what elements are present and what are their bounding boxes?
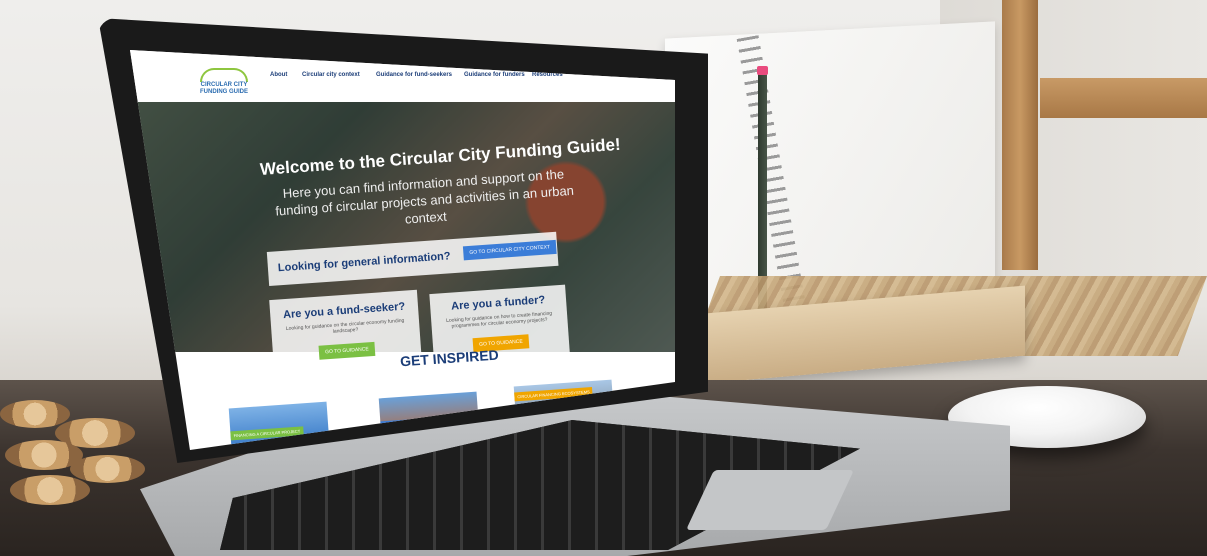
wood-slice [10,475,90,505]
funder-text: Looking for guidance on how to create fi… [445,310,553,330]
nav-funders[interactable]: Guidance for funders [464,72,525,78]
logo-text: CIRCULAR CITY FUNDING GUIDE [200,82,248,95]
fund-seeker-guidance-button[interactable]: GO TO GUIDANCE [318,341,376,360]
wood-slices [0,400,150,510]
wood-slice [0,400,70,428]
circular-city-context-button[interactable]: GO TO CIRCULAR CITY CONTEXT [462,239,557,261]
general-info-heading: Looking for general information? [277,250,451,275]
nav-about[interactable]: About [270,72,287,78]
pencil-eraser [757,66,768,75]
nav-fund-seekers[interactable]: Guidance for fund-seekers [376,72,452,78]
wooden-shelf-post [1002,0,1038,270]
laptop-screen: CIRCULAR CITY FUNDING GUIDE About Circul… [130,50,675,450]
logo-arc-icon [200,68,248,82]
laptop-trackpad [686,470,854,530]
wooden-shelf-bar [1040,78,1207,118]
fund-seeker-text: Looking for guidance on the circular eco… [285,317,405,335]
site-logo[interactable]: CIRCULAR CITY FUNDING GUIDE [194,68,254,98]
wood-slice [70,455,145,483]
nav-circular-city-context[interactable]: Circular city context [302,72,360,78]
hero-banner: Welcome to the Circular City Funding Gui… [130,102,675,380]
fund-seeker-box: Are you a fund-seeker? Looking for guida… [269,289,423,380]
